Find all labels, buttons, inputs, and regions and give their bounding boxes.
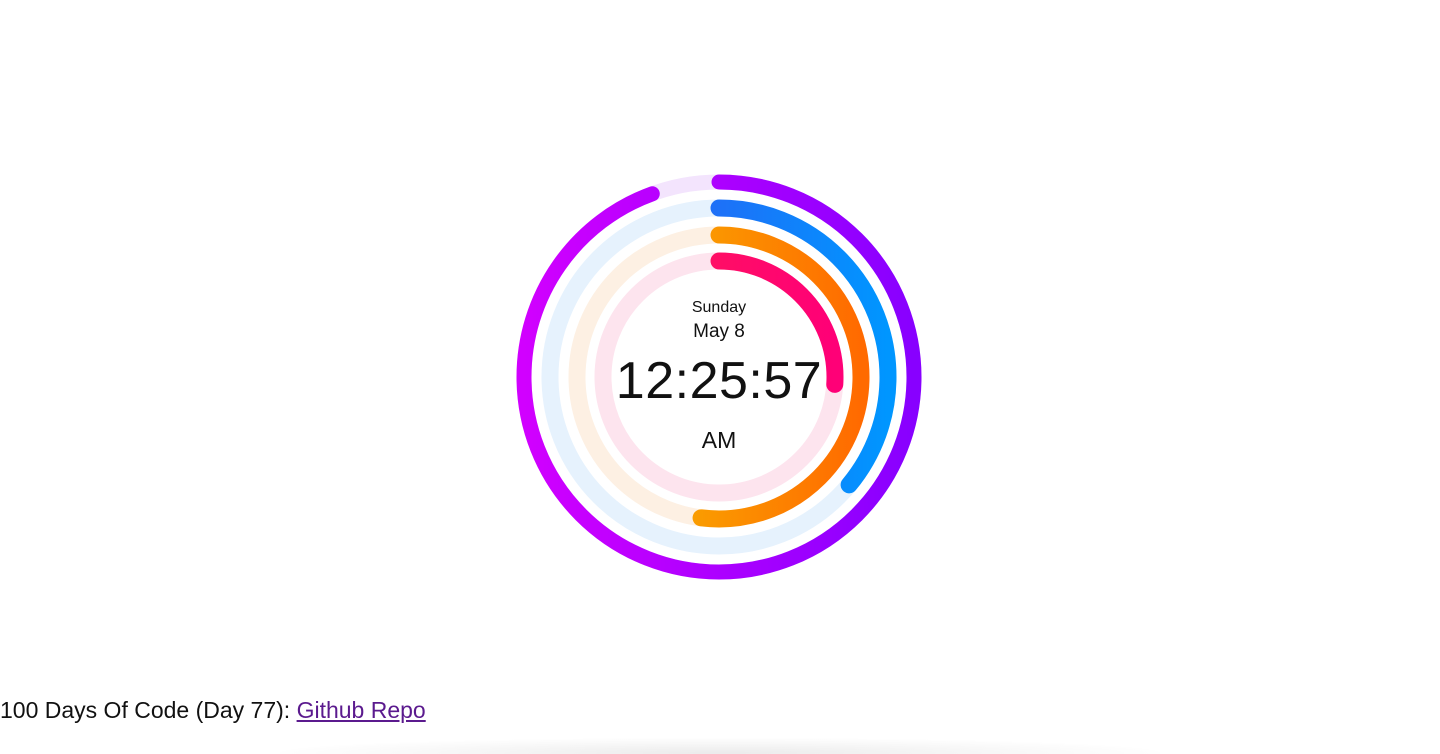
date-label: May 8: [693, 321, 745, 342]
footer-text: 100 Days Of Code (Day 77):: [0, 697, 297, 723]
time-display: 12:25:57: [615, 352, 823, 410]
footer: 100 Days Of Code (Day 77): Github Repo: [0, 697, 426, 724]
page: Sunday May 8 12:25:57 AM 100 Days Of Cod…: [0, 0, 1440, 754]
am-pm-label: AM: [701, 427, 737, 453]
bottom-shadow: [280, 738, 1160, 754]
github-repo-link[interactable]: Github Repo: [297, 697, 426, 723]
weekday-label: Sunday: [691, 299, 747, 316]
clock-face: Sunday May 8 12:25:57 AM: [514, 172, 924, 582]
ring-clock: Sunday May 8 12:25:57 AM: [514, 172, 924, 582]
